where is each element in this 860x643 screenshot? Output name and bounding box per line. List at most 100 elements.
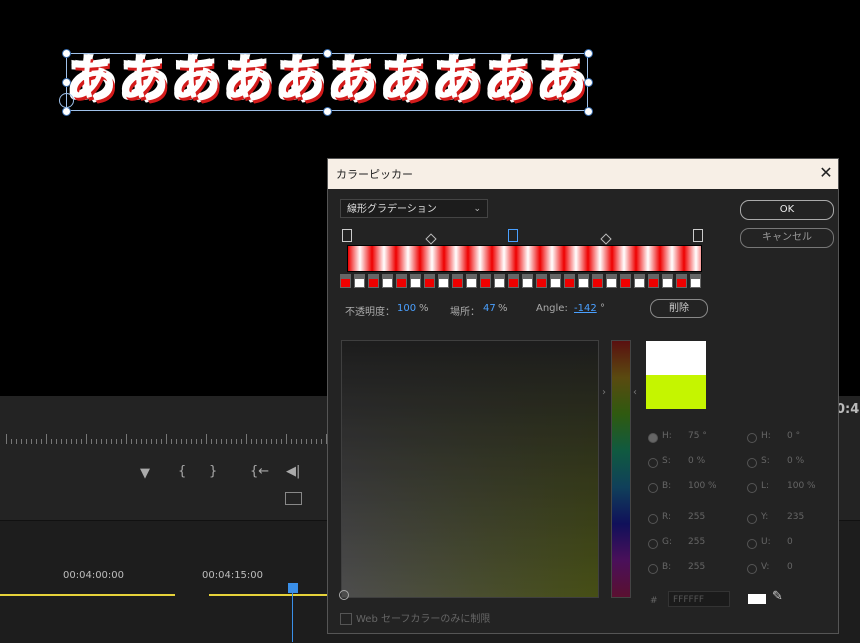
yuv-value[interactable]: 0 — [787, 537, 793, 547]
delete-stop-button[interactable]: 削除 — [650, 299, 708, 318]
ok-button[interactable]: OK — [740, 200, 834, 220]
ruler-tick — [236, 439, 237, 444]
preview-original-swatch[interactable] — [646, 375, 706, 409]
color-stop[interactable] — [676, 274, 687, 288]
bbox-handle-mr[interactable] — [584, 78, 593, 87]
color-stop[interactable] — [368, 274, 379, 288]
rgb-radio[interactable] — [648, 514, 658, 524]
marker-button[interactable]: ▼ — [140, 466, 150, 481]
hsb-value[interactable]: 100 % — [688, 481, 717, 491]
color-stop[interactable] — [536, 274, 547, 288]
hsl-radio[interactable] — [747, 433, 757, 443]
ruler-tick — [226, 439, 227, 444]
work-area-bar-2[interactable] — [209, 594, 327, 596]
color-stop[interactable] — [508, 274, 519, 288]
playhead[interactable] — [288, 583, 298, 593]
color-stop[interactable] — [648, 274, 659, 288]
angle-value[interactable]: -142 — [574, 303, 597, 314]
bbox-handle-br[interactable] — [584, 107, 593, 116]
yuv-radio[interactable] — [747, 539, 757, 549]
gradient-ramp[interactable] — [347, 245, 702, 272]
eyedropper-icon[interactable]: ✎ — [772, 589, 783, 604]
bbox-handle-tl[interactable] — [62, 49, 71, 58]
hex-input[interactable]: FFFFFF — [668, 591, 730, 607]
hsb-radio[interactable] — [648, 483, 658, 493]
bbox-handle-bc[interactable] — [323, 107, 332, 116]
color-stop[interactable] — [340, 274, 351, 288]
color-stop[interactable] — [592, 274, 603, 288]
hsl-radio[interactable] — [747, 458, 757, 468]
color-stop[interactable] — [466, 274, 477, 288]
yuv-radio[interactable] — [747, 514, 757, 524]
cancel-button[interactable]: キャンセル — [740, 228, 834, 248]
hsl-value[interactable]: 0 ° — [787, 431, 800, 441]
color-stop[interactable] — [410, 274, 421, 288]
opacity-midpoint-2[interactable] — [600, 233, 612, 245]
color-stops-row[interactable] — [340, 274, 704, 290]
color-stop[interactable] — [634, 274, 645, 288]
mark-out-button[interactable]: } — [209, 464, 217, 479]
color-stop[interactable] — [494, 274, 505, 288]
hsb-radio[interactable] — [648, 433, 658, 443]
yuv-value[interactable]: 0 — [787, 562, 793, 572]
color-stop[interactable] — [606, 274, 617, 288]
rgb-radio[interactable] — [648, 539, 658, 549]
yuv-radio[interactable] — [747, 564, 757, 574]
ruler-tick — [321, 439, 322, 444]
ruler-tick — [306, 439, 307, 444]
color-stop[interactable] — [620, 274, 631, 288]
hex-label: # — [650, 596, 658, 606]
hsb-radio[interactable] — [648, 458, 658, 468]
opacity-stop-left[interactable] — [342, 229, 352, 242]
bbox-handle-ml[interactable] — [62, 78, 71, 87]
opacity-stop-selected[interactable] — [508, 229, 518, 242]
saturation-brightness-field[interactable] — [341, 340, 599, 598]
rgb-value[interactable]: 255 — [688, 512, 705, 522]
gradient-type-select[interactable]: 線形グラデーション ⌄ — [340, 199, 488, 218]
hsl-value[interactable]: 100 % — [787, 481, 816, 491]
opacity-stop-right[interactable] — [693, 229, 703, 242]
color-stop[interactable] — [662, 274, 673, 288]
close-icon[interactable]: ✕ — [816, 163, 836, 183]
anchor-point-icon[interactable] — [59, 93, 74, 108]
color-stop[interactable] — [424, 274, 435, 288]
bbox-handle-tr[interactable] — [584, 49, 593, 58]
color-stop[interactable] — [480, 274, 491, 288]
hsb-value[interactable]: 0 % — [688, 456, 705, 466]
color-stop[interactable] — [690, 274, 701, 288]
color-stop[interactable] — [382, 274, 393, 288]
rgb-label: R: — [662, 512, 672, 522]
color-stop[interactable] — [578, 274, 589, 288]
hue-slider[interactable] — [611, 340, 631, 598]
go-to-in-button[interactable]: {← — [250, 464, 269, 479]
safe-margins-icon[interactable] — [285, 492, 302, 505]
color-stop[interactable] — [564, 274, 575, 288]
yuv-value[interactable]: 235 — [787, 512, 804, 522]
opacity-midpoint-1[interactable] — [425, 233, 437, 245]
opacity-value[interactable]: 100 — [397, 303, 416, 314]
ruler-tick — [101, 439, 102, 444]
mark-in-button[interactable]: { — [178, 464, 186, 479]
rgb-value[interactable]: 255 — [688, 537, 705, 547]
color-stop[interactable] — [452, 274, 463, 288]
websafe-checkbox[interactable]: Web セーフカラーのみに制限 — [340, 610, 490, 625]
color-stop[interactable] — [438, 274, 449, 288]
text-bounding-box[interactable] — [66, 53, 588, 111]
color-stop[interactable] — [522, 274, 533, 288]
location-value[interactable]: 47 — [483, 303, 496, 314]
bbox-handle-tc[interactable] — [323, 49, 332, 58]
sv-picker-handle[interactable] — [339, 590, 349, 600]
hsl-value[interactable]: 0 % — [787, 456, 804, 466]
color-stop[interactable] — [396, 274, 407, 288]
hsl-radio[interactable] — [747, 483, 757, 493]
step-back-button[interactable]: ◀| — [286, 464, 300, 479]
monitor-ruler[interactable] — [0, 430, 332, 444]
work-area-bar[interactable] — [0, 594, 175, 596]
rgb-radio[interactable] — [648, 564, 658, 574]
rgb-value[interactable]: 255 — [688, 562, 705, 572]
color-stop[interactable] — [550, 274, 561, 288]
hsb-value[interactable]: 75 ° — [688, 431, 707, 441]
color-stop[interactable] — [354, 274, 365, 288]
bbox-handle-bl[interactable] — [62, 107, 71, 116]
checkbox-box[interactable] — [340, 613, 352, 625]
